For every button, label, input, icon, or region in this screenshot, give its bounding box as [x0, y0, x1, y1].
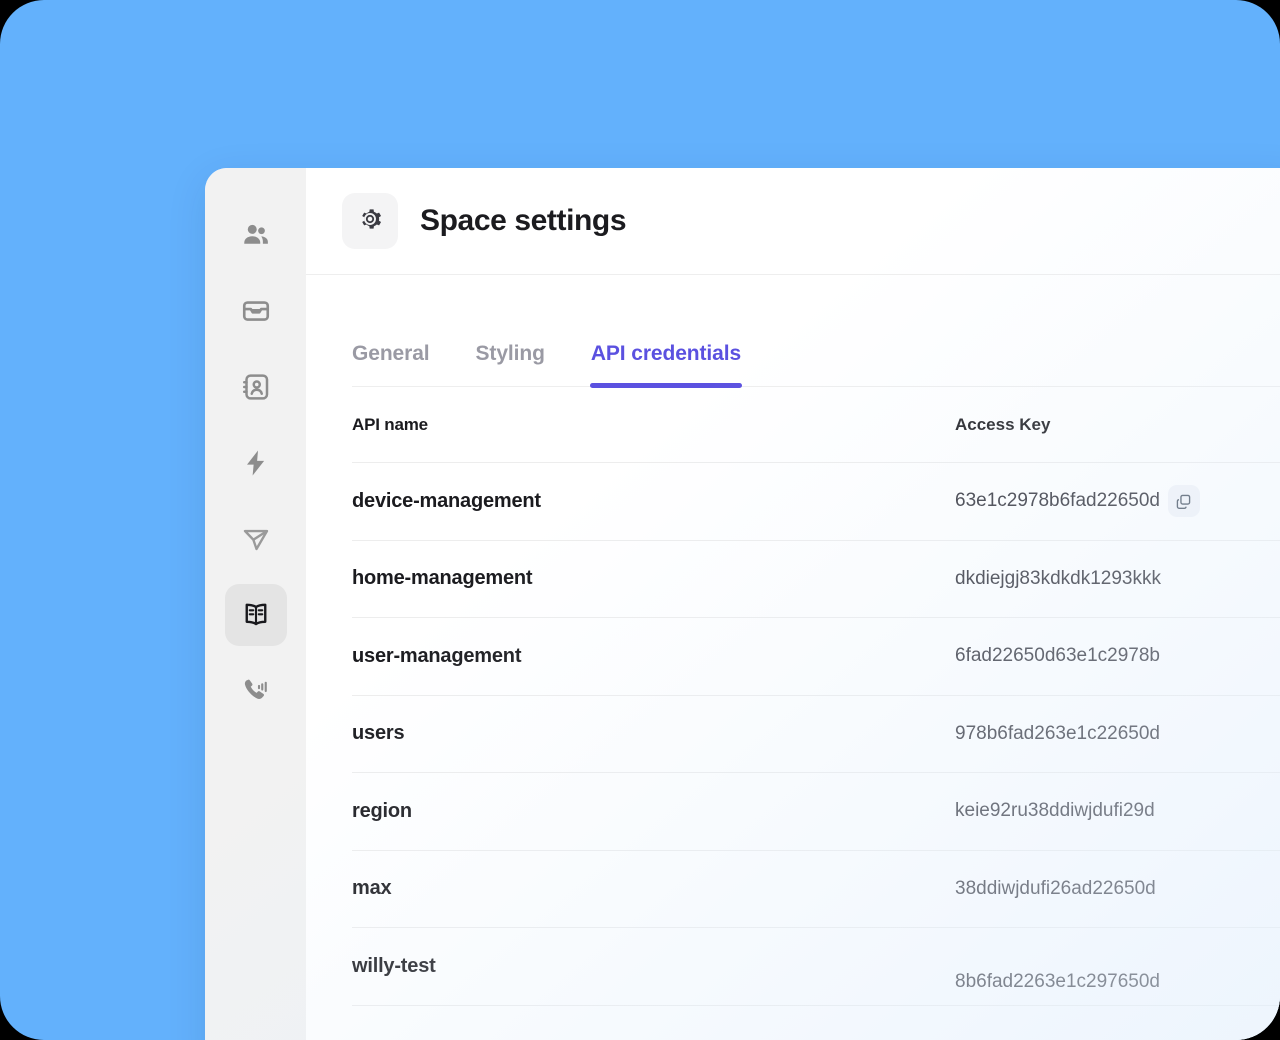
table-row[interactable]: home-management dkdiejgj83kdkdk1293kkk [352, 541, 1280, 618]
cell-api-name: max [352, 877, 392, 900]
access-key-value: 6fad22650d63e1c2978b [955, 645, 1160, 667]
column-header-access-key: Access Key [955, 414, 1051, 434]
table-header-row: API name Access Key [352, 387, 1280, 463]
cell-api-name: users [352, 722, 405, 745]
contact-card-icon [241, 372, 271, 402]
cell-api-name: device-management [352, 489, 541, 512]
cell-access-key: keie92ru38ddiwjdufi29d [955, 800, 1280, 822]
api-credentials-table: API name Access Key device-management 63e… [352, 387, 1280, 1006]
access-key-value: 38ddiwjdufi26ad22650d [955, 877, 1156, 899]
sidebar-item-send[interactable] [225, 508, 287, 570]
tab-styling[interactable]: Styling [476, 342, 545, 386]
access-key-value: 978b6fad263e1c22650d [955, 722, 1160, 744]
sidebar-item-contacts[interactable] [225, 356, 287, 418]
sidebar-item-inbox[interactable] [225, 280, 287, 342]
access-key-value: 8b6fad2263e1c297650d [955, 971, 1160, 993]
cell-api-name: home-management [352, 567, 533, 590]
cell-api-name: user-management [352, 644, 522, 667]
sidebar-item-knowledge-base[interactable] [224, 584, 287, 646]
phone-ring-icon [241, 676, 271, 706]
cell-access-key: 8b6fad2263e1c297650d [955, 971, 1280, 993]
book-icon [241, 600, 271, 630]
page-header: Space settings [306, 168, 1280, 275]
settings-gear-button[interactable] [342, 193, 398, 249]
access-key-value: 63e1c2978b6fad22650d [955, 490, 1160, 512]
tab-api-credentials[interactable]: API credentials [589, 342, 743, 388]
inbox-icon [241, 296, 271, 326]
send-icon [241, 524, 271, 554]
users-icon [241, 220, 271, 250]
copy-access-key-button[interactable] [1167, 485, 1200, 518]
table-body: device-management 63e1c2978b6fad22650d hom… [352, 463, 1280, 1006]
table-row[interactable]: users 978b6fad263e1c22650d [352, 696, 1280, 773]
sidebar-item-users[interactable] [225, 204, 287, 266]
gear-icon [357, 206, 383, 237]
sidebar-rail [205, 168, 306, 1040]
cell-api-name: willy-test [352, 954, 436, 977]
table-row[interactable]: max 38ddiwjdufi26ad22650d [352, 851, 1280, 928]
page-title: Space settings [420, 204, 627, 237]
access-key-value: dkdiejgj83kdkdk1293kkk [955, 567, 1161, 589]
table-row[interactable]: region keie92ru38ddiwjdufi29d [352, 773, 1280, 851]
blue-backdrop: Space settings General Styling API credent… [0, 0, 1280, 1040]
cell-access-key: 63e1c2978b6fad22650d [955, 485, 1280, 518]
main-content: Space settings General Styling API credent… [306, 168, 1280, 1040]
access-key-value: keie92ru38ddiwjdufi29d [955, 800, 1155, 822]
settings-tabs: General Styling API credentials [352, 275, 1280, 388]
cell-access-key: 978b6fad263e1c22650d [955, 723, 1280, 745]
column-header-api-name: API name [352, 414, 428, 434]
cell-access-key: dkdiejgj83kdkdk1293kkk [955, 568, 1280, 590]
sidebar-item-calls[interactable] [225, 660, 287, 722]
lightning-icon [241, 448, 271, 478]
table-row[interactable]: willy-test 8b6fad2263e1c297650d [352, 928, 1280, 1006]
sidebar-item-automations[interactable] [225, 432, 287, 494]
cell-access-key: 6fad22650d63e1c2978b [955, 645, 1280, 667]
app-window-card: Space settings General Styling API credent… [205, 168, 1280, 1040]
settings-body: General Styling API credentials API name A… [306, 275, 1280, 1040]
tab-general[interactable]: General [352, 342, 430, 386]
cell-api-name: region [352, 799, 412, 822]
table-row[interactable]: device-management 63e1c2978b6fad22650d [352, 463, 1280, 541]
table-row[interactable]: user-management 6fad22650d63e1c2978b [352, 618, 1280, 696]
cell-access-key: 38ddiwjdufi26ad22650d [955, 878, 1280, 900]
